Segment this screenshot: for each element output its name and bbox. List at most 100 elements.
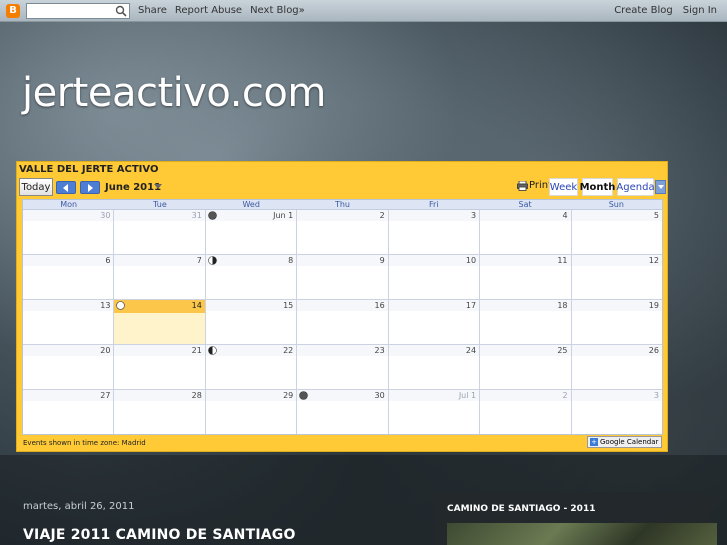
month-grid: Mon Tue Wed Thu Fri Sat Sun 30 31 Jun 1234567891… [22,199,663,435]
current-month-label: June 2011 [105,182,162,193]
calendar-day[interactable]: 2 [480,390,572,434]
share-link[interactable]: Share [138,5,167,16]
day-number: Jun 1 [273,211,294,220]
calendar-day[interactable]: 17 [388,300,481,344]
next-month-button[interactable] [80,181,100,194]
calendar-day[interactable]: 24 [388,345,481,389]
print-button[interactable]: Print [517,180,552,191]
calendar-day[interactable]: 9 [297,255,389,299]
report-abuse-link[interactable]: Report Abuse [175,5,242,16]
day-header-band [297,210,388,221]
calendar-day[interactable]: 4 [480,210,572,254]
create-blog-link[interactable]: Create Blog [614,5,673,16]
weekday-label: Wed [242,200,260,209]
calendar-day[interactable]: 15 [205,300,298,344]
calendar-day[interactable]: 23 [297,345,389,389]
calendar-day[interactable]: Jul 1 [388,390,481,434]
blogger-logo-icon[interactable]: B [6,3,20,18]
day-header-band [297,255,388,266]
day-number: 9 [379,256,385,265]
calendar-day[interactable]: 7 [114,255,206,299]
post-title[interactable]: VIAJE 2011 CAMINO DE SANTIAGO [23,527,296,543]
search-input[interactable] [26,2,130,19]
day-number: 3 [653,391,659,400]
calendar-week-row: 13 14 15 16 17 18 19 [23,300,662,345]
calendar-day-today[interactable]: 14 [114,300,206,344]
calendar-day[interactable]: 20 [23,345,115,389]
tab-week[interactable]: Week [549,178,578,196]
calendar-week-row: 30 31 Jun 1 2 3 4 5 [23,210,662,255]
calendar-day[interactable]: 13 [23,300,115,344]
day-header-band [23,255,114,266]
calendar-day[interactable]: 3 [388,210,481,254]
calendar-day[interactable]: 11 [480,255,572,299]
plus-icon: + [590,438,598,446]
day-number: 23 [374,346,385,355]
day-number: 5 [653,211,659,220]
day-number: 30 [374,391,385,400]
calendar-day[interactable]: 5 [571,210,662,254]
day-number: 31 [191,211,202,220]
day-number: 29 [283,391,294,400]
day-number: 11 [557,256,568,265]
calendar-day[interactable]: 6 [23,255,115,299]
day-header-band [114,255,205,266]
day-number: 3 [471,211,477,220]
calendar-day[interactable]: 28 [114,390,206,434]
calendar-day[interactable]: 19 [571,300,662,344]
calendar-week-row: 27 28 29 30 Jul 1 2 3 [23,390,662,434]
calendar-day[interactable]: 21 [114,345,206,389]
google-calendar-widget: VALLE DEL JERTE ACTIVO Today June 2011 P… [16,161,668,452]
calendar-day[interactable]: Jun 1 [205,210,298,254]
agenda-dropdown-button[interactable] [655,180,666,194]
day-number: 24 [465,346,477,355]
day-header-band [480,210,571,221]
moon-last-icon [208,346,217,355]
day-number: 16 [374,301,385,310]
day-number: 28 [191,391,202,400]
calendar-day[interactable]: 22 [205,345,298,389]
day-number: 26 [648,346,659,355]
today-button[interactable]: Today [19,178,53,196]
next-blog-link[interactable]: Next Blog» [250,5,305,16]
calendar-day[interactable]: 31 [114,210,206,254]
sidebar-photo[interactable] [447,523,717,545]
calendar-day[interactable]: 10 [388,255,481,299]
day-number: 17 [465,301,477,310]
day-number: 2 [379,211,385,220]
tab-agenda[interactable]: Agenda [616,178,655,196]
calendar-day[interactable]: 16 [297,300,389,344]
blog-title[interactable]: jerteactivo.com [22,70,326,116]
calendar-day[interactable]: 30 [297,390,389,434]
sign-in-link[interactable]: Sign In [683,5,717,16]
calendar-day[interactable]: 30 [23,210,115,254]
google-calendar-badge[interactable]: + Google Calendar [587,436,662,448]
day-number: 12 [648,256,659,265]
search-icon[interactable] [115,5,127,17]
day-number: 2 [562,391,568,400]
calendar-day[interactable]: 27 [23,390,115,434]
tab-month[interactable]: Month [580,178,615,196]
calendar-day[interactable]: 29 [205,390,298,434]
day-number: 27 [100,391,111,400]
day-header-band [480,390,571,401]
chevron-down-icon [657,185,664,189]
arrow-right-icon [88,183,93,192]
calendar-day[interactable]: 2 [297,210,389,254]
calendar-day[interactable]: 3 [571,390,662,434]
weekday-label: Thu [334,200,350,209]
month-dropdown-icon[interactable] [154,184,162,189]
calendar-week-row: 20 21 22 23 24 25 26 [23,345,662,390]
prev-month-button[interactable] [56,181,76,194]
calendar-day[interactable]: 26 [571,345,662,389]
calendar-day[interactable]: 12 [571,255,662,299]
day-number: 7 [196,256,202,265]
calendar-day[interactable]: 25 [480,345,572,389]
weekday-label: Tue [153,200,167,209]
weekday-label: Sat [518,200,532,209]
calendar-day[interactable]: 18 [480,300,572,344]
weekday-header-row: Mon Tue Wed Thu Fri Sat Sun [23,200,662,210]
moon-first-icon [208,256,217,265]
calendar-day[interactable]: 8 [205,255,298,299]
day-number: 10 [465,256,477,265]
